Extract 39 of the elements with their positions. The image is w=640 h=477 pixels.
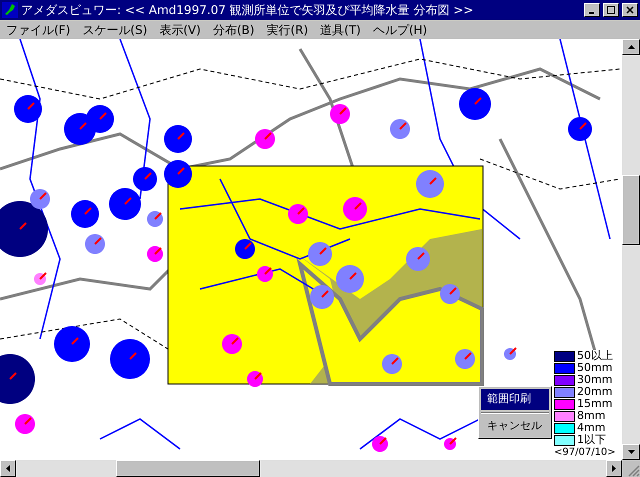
window-title: アメダスビュワー: << Amd1997.07 観測所単位で矢羽及び平均降水量 分布図 >> — [21, 2, 474, 19]
scroll-left-button[interactable] — [0, 460, 16, 477]
scroll-thumb[interactable] — [116, 460, 260, 477]
close-icon — [626, 6, 634, 14]
left-arrow-icon — [6, 465, 10, 472]
scroll-up-button[interactable] — [622, 39, 640, 55]
legend-label: 20mm — [577, 386, 612, 398]
legend-label: 30mm — [577, 374, 612, 386]
legend-label: 15mm — [577, 398, 612, 410]
legend-label: 8mm — [577, 410, 606, 422]
context-menu-item[interactable]: キャンセル — [481, 416, 549, 436]
menu-item[interactable]: 実行(R) — [262, 20, 312, 38]
horizontal-scrollbar[interactable] — [0, 460, 622, 477]
menu-item[interactable]: スケール(S) — [78, 20, 152, 38]
legend-label: 4mm — [577, 422, 606, 434]
close-button[interactable] — [622, 3, 638, 17]
up-arrow-icon — [628, 45, 634, 49]
context-menu-item[interactable]: 範囲印刷 — [481, 389, 549, 410]
legend-label: 50mm — [577, 362, 612, 374]
japan-map-icon — [2, 2, 18, 18]
right-arrow-icon — [612, 465, 616, 472]
menu-item[interactable]: 道具(T) — [316, 20, 365, 38]
maximize-icon — [607, 6, 615, 14]
minimize-button[interactable] — [584, 3, 600, 17]
down-arrow-icon — [628, 450, 634, 454]
legend-label: 1以下 — [577, 434, 606, 446]
menu-item[interactable]: ファイル(F) — [2, 20, 74, 38]
scroll-down-button[interactable] — [622, 444, 640, 460]
resize-grip-icon — [628, 465, 640, 477]
legend-label: 50以上 — [577, 350, 613, 362]
menu-item[interactable]: 表示(V) — [155, 20, 205, 38]
map-view[interactable]: 範囲印刷 キャンセル 50以上 50mm 30mm 20mm 15mm 8mm 4mm 1以下 <97/07/10> — [0, 39, 622, 460]
vertical-scrollbar[interactable] — [622, 39, 640, 460]
menu-item[interactable]: 分布(B) — [208, 20, 258, 38]
maximize-button[interactable] — [603, 3, 619, 17]
scroll-thumb[interactable] — [622, 175, 640, 245]
scroll-right-button[interactable] — [606, 460, 622, 477]
legend-date: <97/07/10> — [554, 446, 616, 459]
menu-item[interactable]: ヘルプ(H) — [368, 20, 432, 38]
